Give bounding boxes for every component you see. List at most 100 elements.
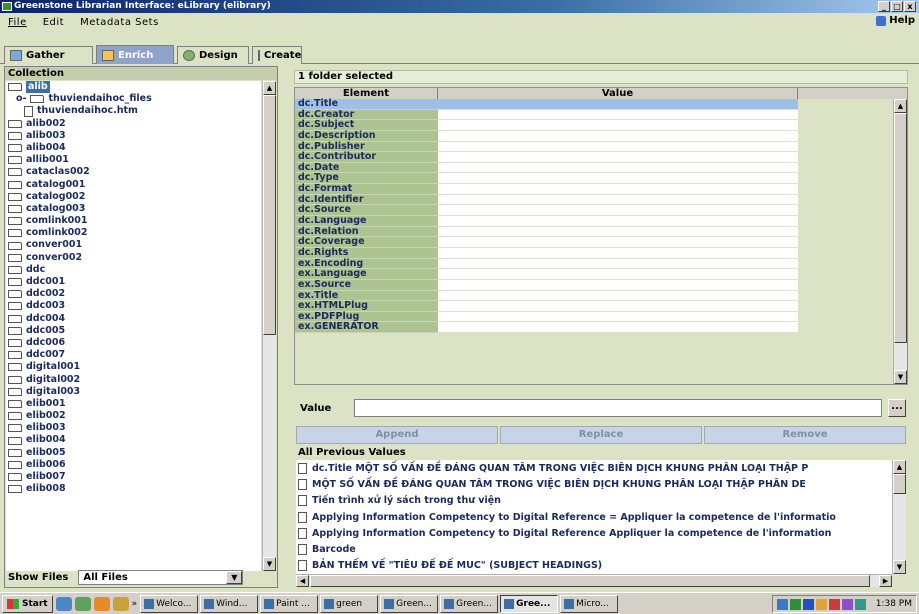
taskbar-button[interactable]: Gree... (500, 594, 559, 613)
value-cell[interactable] (438, 290, 798, 302)
value-cell[interactable] (438, 301, 798, 312)
table-scrollbar[interactable]: ▲ ▼ (893, 99, 907, 384)
value-cell[interactable] (438, 269, 798, 280)
tab-enrich[interactable]: Enrich (96, 45, 174, 64)
minimize-button[interactable]: _ (878, 1, 890, 12)
list-item[interactable]: Applying Information Competency to Digit… (296, 509, 892, 525)
scroll-thumb[interactable] (263, 95, 276, 335)
scroll-up-arrow-icon[interactable]: ▲ (263, 81, 276, 95)
antivirus-icon[interactable] (828, 598, 840, 610)
tree-node[interactable]: ddc006 (6, 337, 261, 349)
collection-tree[interactable]: alib o-thuviendaihoc_files thuviendaihoc.h… (6, 81, 261, 571)
list-item[interactable]: Barcode (296, 541, 892, 557)
display-icon[interactable] (802, 598, 814, 610)
table-row[interactable]: dc.Coverage (295, 237, 907, 248)
tree-node[interactable]: alib004 (6, 142, 261, 154)
tree-node[interactable]: digital003 (6, 386, 261, 398)
element-cell[interactable]: dc.Description (295, 130, 438, 142)
list-item[interactable]: dc.Title MỘT SỐ VẤN ĐỀ ĐÁNG QUAN TÂM TRO… (296, 460, 892, 476)
tree-node[interactable]: elib007 (6, 471, 261, 483)
tree-node[interactable]: ddc001 (6, 276, 261, 288)
tree-node[interactable]: conver002 (6, 252, 261, 264)
more-button[interactable]: ... (888, 399, 906, 417)
table-row[interactable]: ex.PDFPlug (295, 311, 907, 323)
value-cell[interactable] (438, 216, 798, 227)
tab-create[interactable]: Create (252, 46, 302, 64)
table-scroll-up-icon[interactable]: ▲ (894, 99, 907, 113)
quicklaunch-more[interactable]: » (132, 599, 138, 609)
value-cell[interactable] (438, 173, 798, 185)
tree-node[interactable]: conver001 (6, 239, 261, 251)
expand-toggle-icon[interactable]: o- (16, 93, 26, 105)
value-cell[interactable] (438, 279, 798, 291)
tree-node[interactable]: ddc002 (6, 288, 261, 300)
hscroll-thumb[interactable] (310, 575, 870, 587)
column-value[interactable]: Value (438, 88, 798, 99)
value-cell[interactable] (438, 205, 798, 217)
app-quicklaunch-icon[interactable] (112, 596, 129, 611)
chevron-down-icon[interactable]: ▼ (226, 570, 243, 584)
tree-scrollbar[interactable]: ▲ ▼ (262, 81, 276, 571)
value-cell[interactable] (438, 120, 798, 131)
table-scroll-down-icon[interactable]: ▼ (894, 370, 907, 384)
list-item[interactable]: Tiến trình xử lý sách trong thư viện (296, 493, 892, 509)
tree-node[interactable]: ddc005 (6, 325, 261, 337)
element-cell[interactable]: dc.Rights (295, 247, 438, 259)
taskbar-button[interactable]: Micro... (560, 594, 619, 613)
tree-node[interactable]: catalog002 (6, 191, 261, 203)
tree-node[interactable]: thuviendaihoc.htm (6, 105, 261, 117)
prev-scroll-down-icon[interactable]: ▼ (893, 560, 906, 574)
menu-metadata-sets[interactable]: Metadata Sets (72, 17, 167, 28)
taskbar-button[interactable]: green (320, 594, 379, 613)
tree-node[interactable]: ddc007 (6, 349, 261, 361)
value-cell[interactable] (438, 162, 798, 174)
tree-node[interactable]: elib003 (6, 422, 261, 434)
value-cell[interactable] (438, 226, 798, 238)
tree-node[interactable]: alib003 (6, 130, 261, 142)
remove-button[interactable]: Remove (704, 426, 906, 444)
scroll-left-icon[interactable]: ◀ (296, 575, 309, 587)
replace-button[interactable]: Replace (500, 426, 702, 444)
network-icon[interactable] (776, 598, 788, 610)
scroll-right-icon[interactable]: ▶ (879, 575, 892, 587)
tree-node[interactable]: elib008 (6, 483, 261, 495)
table-row[interactable]: ex.GENERATOR (295, 322, 907, 334)
table-row[interactable]: dc.Publisher (295, 141, 907, 153)
help-menu[interactable]: Help (876, 15, 915, 26)
media-icon[interactable] (93, 596, 110, 611)
tree-node[interactable]: elib006 (6, 459, 261, 471)
table-row[interactable]: dc.Relation (295, 226, 907, 238)
element-cell[interactable]: ex.GENERATOR (295, 322, 438, 334)
table-row[interactable]: ex.Title (295, 290, 907, 302)
taskbar-button[interactable]: Paint ... (260, 594, 319, 613)
tray-app-icon[interactable] (789, 598, 801, 610)
taskbar-button[interactable]: Green... (440, 594, 499, 613)
value-cell[interactable] (438, 184, 798, 195)
tree-node[interactable]: o-thuviendaihoc_files (6, 93, 261, 105)
table-row[interactable]: dc.Format (295, 183, 907, 195)
value-cell[interactable] (438, 237, 798, 248)
value-cell[interactable] (438, 258, 798, 270)
prev-scroll-thumb[interactable] (893, 474, 906, 494)
table-row[interactable]: dc.Description (295, 130, 907, 142)
tree-node[interactable]: digital002 (6, 374, 261, 386)
title-bar[interactable]: Greenstone Librarian Interface: eLibrary… (0, 0, 919, 13)
table-row[interactable]: dc.Date (295, 162, 907, 174)
table-row[interactable]: dc.Language (295, 215, 907, 227)
tree-node[interactable]: alib (6, 81, 261, 94)
table-row[interactable]: dc.Source (295, 205, 907, 217)
append-button[interactable]: Append (296, 426, 498, 444)
element-cell[interactable]: ex.Source (295, 279, 438, 291)
menu-file[interactable]: File (0, 17, 35, 28)
table-row[interactable]: ex.Encoding (295, 258, 907, 270)
menu-edit[interactable]: Edit (35, 17, 72, 28)
tree-node[interactable]: allib001 (6, 154, 261, 166)
table-row[interactable]: ex.Language (295, 269, 907, 280)
tree-node[interactable]: comlink002 (6, 227, 261, 239)
show-files-select[interactable]: All Files ▼ (78, 569, 244, 585)
table-row[interactable]: dc.Identifier (295, 194, 907, 206)
taskbar-button[interactable]: Wind... (200, 594, 259, 613)
tree-node[interactable]: alib002 (6, 118, 261, 130)
security-icon[interactable] (815, 598, 827, 610)
prev-scroll-up-icon[interactable]: ▲ (893, 460, 906, 474)
